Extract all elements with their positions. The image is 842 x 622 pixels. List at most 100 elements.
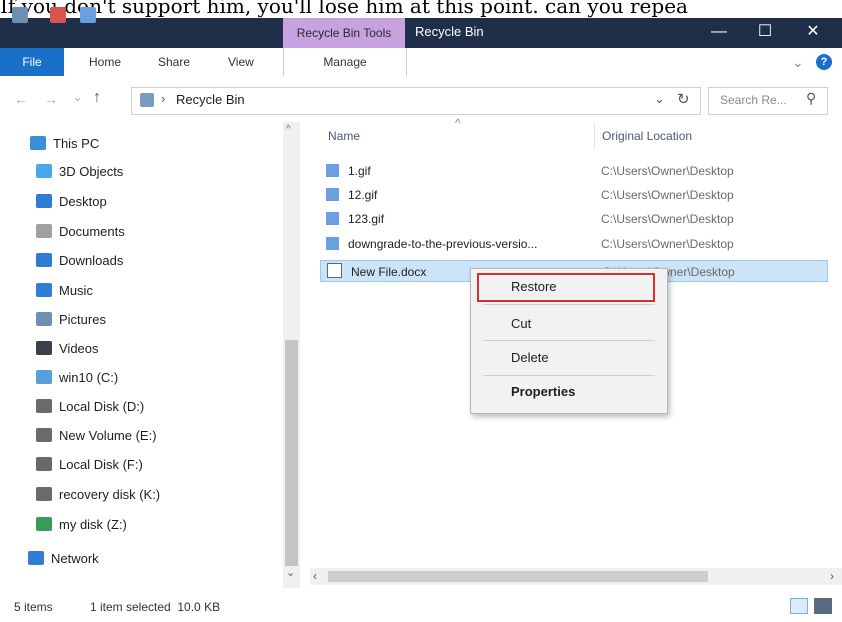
sidebar-item-label: recovery disk (K:) xyxy=(59,487,161,502)
sidebar-item[interactable]: win10 (C:) xyxy=(36,367,118,389)
list-scroll-thumb[interactable] xyxy=(328,571,708,582)
column-header-name[interactable]: Name xyxy=(328,129,360,143)
recycle-bin-icon xyxy=(140,93,154,107)
column-divider[interactable] xyxy=(594,122,595,150)
sidebar-item[interactable]: Downloads xyxy=(36,250,123,272)
image-file-icon xyxy=(326,188,339,201)
tab-home[interactable]: Home xyxy=(89,48,121,76)
computer-icon xyxy=(30,136,46,150)
menu-separator xyxy=(483,304,655,305)
file-name-cell: 12.gif xyxy=(326,184,377,206)
sort-indicator-icon: ^ xyxy=(455,116,461,130)
scroll-right-icon[interactable]: › xyxy=(830,569,834,583)
file-row[interactable]: 1.gif C:\Users\Owner\Desktop xyxy=(320,160,828,182)
forward-arrow-icon[interactable]: → xyxy=(44,91,58,107)
sidebar-item[interactable]: Music xyxy=(36,280,93,302)
scroll-down-icon[interactable]: ⌄ xyxy=(286,566,295,579)
image-file-icon xyxy=(326,212,339,225)
close-button[interactable]: ✕ xyxy=(790,18,836,48)
documents-icon xyxy=(36,224,52,238)
sidebar-item-label: Music xyxy=(59,283,93,298)
sidebar-item[interactable]: Local Disk (F:) xyxy=(36,454,143,476)
scroll-up-icon[interactable]: ^ xyxy=(286,124,291,135)
file-row[interactable]: 123.gif C:\Users\Owner\Desktop xyxy=(320,208,828,230)
menu-item-label: Cut xyxy=(511,316,532,331)
minimize-button[interactable]: — xyxy=(696,18,742,48)
breadcrumb-separator-icon: › xyxy=(161,91,166,106)
menu-item-delete[interactable]: Delete xyxy=(471,345,667,371)
drive-icon xyxy=(36,428,52,442)
file-original-location: C:\Users\Owner\Desktop xyxy=(601,212,734,226)
file-original-location: C:\Users\Owner\Desktop xyxy=(601,237,734,251)
sidebar-item-label: Downloads xyxy=(59,253,124,268)
column-header-original-location[interactable]: Original Location xyxy=(602,129,692,143)
window-title: Recycle Bin xyxy=(415,24,484,39)
new-folder-quick-icon[interactable] xyxy=(80,7,96,23)
sidebar-item[interactable]: 3D Objects xyxy=(36,161,123,183)
sidebar-item-label: Network xyxy=(51,551,99,566)
scroll-left-icon[interactable]: ‹ xyxy=(313,569,317,583)
tab-manage[interactable]: Manage xyxy=(283,48,407,76)
sidebar-item-label: Videos xyxy=(59,341,99,356)
menu-item-properties[interactable]: Properties xyxy=(471,379,667,405)
file-original-location: C:\Users\Owner\Desktop xyxy=(601,188,734,202)
sidebar-item[interactable]: recovery disk (K:) xyxy=(36,484,160,506)
sidebar-item-label: New Volume (E:) xyxy=(59,428,157,443)
download-icon xyxy=(36,253,52,267)
breadcrumb-recycle-bin[interactable]: Recycle Bin xyxy=(176,92,245,107)
image-file-icon xyxy=(326,164,339,177)
sidebar-item[interactable]: Network xyxy=(28,548,99,570)
file-name-cell: New File.docx xyxy=(327,261,426,283)
back-arrow-icon[interactable]: ← xyxy=(14,91,28,107)
contextual-tab-recycle-bin-tools: Recycle Bin Tools xyxy=(283,18,405,48)
file-row[interactable]: 12.gif C:\Users\Owner\Desktop xyxy=(320,184,828,206)
sidebar-item[interactable]: my disk (Z:) xyxy=(36,514,127,536)
help-icon[interactable]: ? xyxy=(816,54,832,70)
menu-item-cut[interactable]: Cut xyxy=(471,311,667,337)
file-name: 1.gif xyxy=(348,164,371,178)
large-icons-view-icon[interactable] xyxy=(814,598,832,614)
sidebar-item[interactable]: Pictures xyxy=(36,309,106,331)
sidebar-item[interactable]: Local Disk (D:) xyxy=(36,396,144,418)
file-name: 123.gif xyxy=(348,212,385,226)
recent-locations-chevron-icon[interactable]: ⌄ xyxy=(73,91,82,104)
restore-highlight-box xyxy=(477,273,655,302)
search-icon[interactable]: ⚲ xyxy=(806,90,816,107)
tab-view[interactable]: View xyxy=(228,48,254,76)
menu-item-label: Properties xyxy=(511,384,576,399)
folder-app-icon[interactable] xyxy=(12,7,28,23)
sidebar-item[interactable]: Documents xyxy=(36,221,125,243)
search-placeholder: Search Re... xyxy=(720,93,787,107)
drive-icon xyxy=(36,399,52,413)
up-arrow-icon[interactable]: ↑ xyxy=(93,89,101,107)
sidebar-item[interactable]: New Volume (E:) xyxy=(36,425,157,447)
status-selection: 1 item selected 10.0 KB xyxy=(90,600,221,614)
ribbon-expand-icon[interactable]: ⌄ xyxy=(792,48,804,76)
sidebar-item-label: Local Disk (F:) xyxy=(59,457,143,472)
menu-separator xyxy=(483,375,655,376)
sidebar-item-label: Pictures xyxy=(59,312,106,327)
ribbon-bar xyxy=(0,48,842,77)
refresh-icon[interactable]: ↻ xyxy=(677,90,690,108)
videos-icon xyxy=(36,341,52,355)
drive-icon xyxy=(36,457,52,471)
details-view-icon[interactable] xyxy=(790,598,808,614)
image-file-icon xyxy=(326,237,339,250)
file-name-cell: 1.gif xyxy=(326,160,371,182)
properties-quick-icon[interactable] xyxy=(50,7,66,23)
sidebar-item[interactable]: Videos xyxy=(36,338,99,360)
sidebar-item[interactable]: This PC xyxy=(30,133,99,155)
address-dropdown-icon[interactable]: ⌄ xyxy=(654,91,665,107)
music-icon xyxy=(36,283,52,297)
tab-share[interactable]: Share xyxy=(158,48,190,76)
file-name-cell: downgrade-to-the-previous-versio... xyxy=(326,233,537,255)
sidebar-item[interactable]: Desktop xyxy=(36,191,107,213)
nav-scroll-thumb[interactable] xyxy=(285,340,298,566)
tab-file[interactable]: File xyxy=(0,48,64,76)
status-item-count: 5 items xyxy=(14,600,53,614)
file-row[interactable]: downgrade-to-the-previous-versio... C:\Us… xyxy=(320,233,828,255)
sidebar-item-label: Local Disk (D:) xyxy=(59,399,145,414)
sidebar-item-label: my disk (Z:) xyxy=(59,517,127,532)
maximize-button[interactable]: ☐ xyxy=(742,18,788,48)
file-name: New File.docx xyxy=(351,265,427,279)
